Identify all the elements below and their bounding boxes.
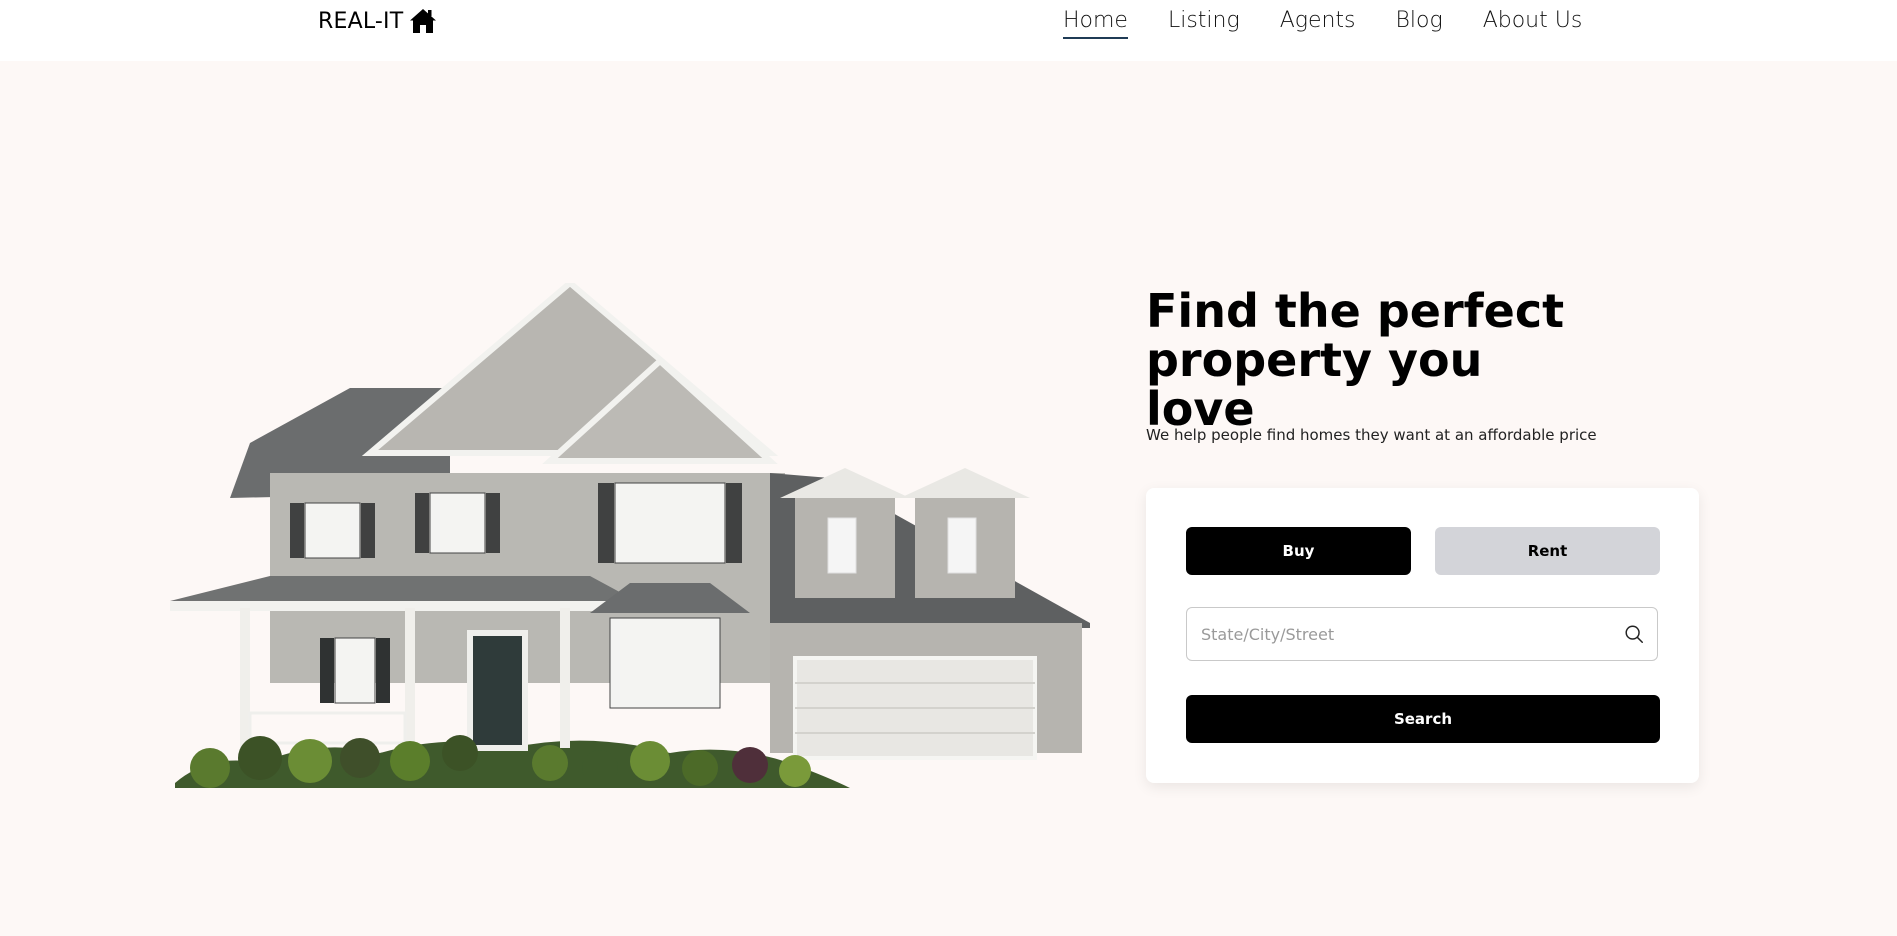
hero-headline: Find the perfect property you love: [1146, 284, 1565, 436]
home-icon: [410, 9, 437, 33]
buy-tab-button[interactable]: Buy: [1186, 527, 1411, 575]
nav-home[interactable]: Home: [1063, 8, 1128, 39]
main-nav: Home Listing Agents Blog About Us: [1063, 8, 1582, 39]
hero-subtext: We help people find homes they want at a…: [1146, 426, 1597, 444]
site-header: REAL-IT Home Listing Agents Blog About U…: [0, 0, 1897, 61]
search-card: Buy Rent Search: [1146, 488, 1699, 783]
house-photo: [170, 283, 1090, 788]
nav-agents[interactable]: Agents: [1280, 8, 1356, 39]
nav-listing[interactable]: Listing: [1168, 8, 1240, 39]
logo-text: REAL-IT: [318, 8, 404, 34]
rent-tab-button[interactable]: Rent: [1435, 527, 1660, 575]
nav-about-us[interactable]: About Us: [1483, 8, 1583, 39]
nav-blog[interactable]: Blog: [1396, 8, 1443, 39]
search-button[interactable]: Search: [1186, 695, 1660, 743]
page: REAL-IT Home Listing Agents Blog About U…: [0, 0, 1897, 936]
location-search-field[interactable]: [1186, 607, 1658, 661]
search-icon[interactable]: [1623, 623, 1645, 645]
logo[interactable]: REAL-IT: [318, 8, 437, 34]
location-search-input[interactable]: [1199, 623, 1623, 645]
